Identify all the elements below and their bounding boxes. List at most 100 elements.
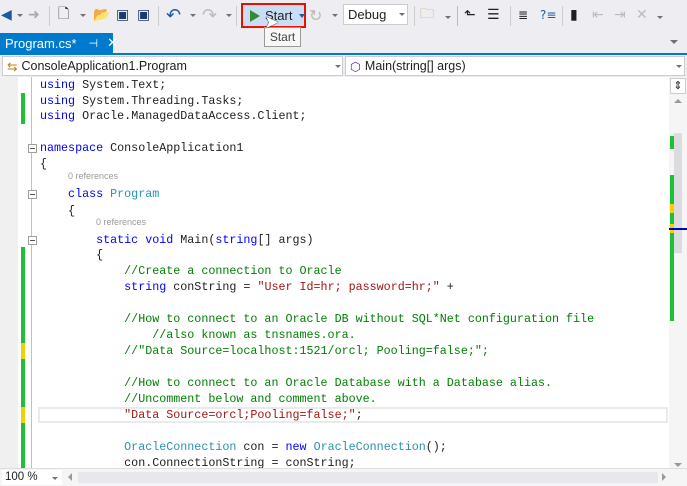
- saved-change-marker: [21, 455, 25, 468]
- saved-change-marker: [21, 375, 25, 391]
- code-line[interactable]: OracleConnection con = new OracleConnect…: [40, 439, 447, 455]
- code-token: ConsoleApplication1: [110, 141, 244, 155]
- code-token: string: [40, 280, 174, 294]
- code-line[interactable]: {: [40, 156, 47, 172]
- code-line[interactable]: "Data Source=orcl;Pooling=false;";: [40, 407, 362, 423]
- code-line[interactable]: //How to connect to an Oracle DB without…: [40, 311, 594, 327]
- indicator-margin: [0, 77, 18, 468]
- save-all-icon[interactable]: ▣: [137, 6, 150, 24]
- code-token: string: [215, 233, 258, 247]
- scroll-up-icon[interactable]: [674, 99, 682, 103]
- open-file-icon[interactable]: 📂: [93, 6, 110, 24]
- code-line[interactable]: using System.Text;: [40, 77, 166, 93]
- code-token: using: [40, 109, 83, 123]
- restart-icon[interactable]: ↻: [309, 6, 322, 25]
- document-tabs: Program.cs* ⊣ ✕: [0, 33, 687, 53]
- saved-change-marker: [21, 359, 25, 375]
- code-token: "User Id=hr; password=hr;": [257, 280, 440, 294]
- indent-icon[interactable]: ≣: [518, 6, 528, 24]
- new-dropdown-icon[interactable]: [80, 14, 86, 17]
- comment-icon[interactable]: ?≡: [540, 6, 556, 24]
- unsaved-marker: [670, 204, 674, 213]
- codelens-references[interactable]: 0 references: [96, 217, 146, 227]
- saved-change-marker: [21, 295, 25, 311]
- unsaved-change-marker: [21, 407, 25, 423]
- code-token: //How to connect to an Oracle Database w…: [40, 376, 552, 390]
- tab-underline: [0, 53, 687, 55]
- collapse-icon[interactable]: [28, 190, 37, 199]
- toolbar-overflow-icon[interactable]: [657, 16, 663, 19]
- back-icon[interactable]: ◀: [1, 6, 12, 24]
- prev-bookmark-icon[interactable]: ⇤: [592, 6, 604, 24]
- step-icon[interactable]: ⬑: [464, 6, 476, 24]
- code-line[interactable]: //Uncomment below and comment above.: [40, 391, 377, 407]
- redo-icon[interactable]: ↷: [202, 5, 217, 26]
- scroll-thumb[interactable]: [674, 133, 682, 253]
- configuration-dropdown[interactable]: Debug: [343, 4, 408, 25]
- separator: [510, 6, 511, 26]
- save-icon[interactable]: ▣: [116, 6, 129, 24]
- code-line[interactable]: //also known as tnsnames.ora.: [40, 327, 355, 343]
- undo-dropdown-icon[interactable]: [190, 14, 196, 17]
- tab-program-cs[interactable]: Program.cs* ⊣ ✕: [0, 33, 118, 53]
- collapse-icon[interactable]: [28, 144, 37, 153]
- horizontal-scrollbar[interactable]: [78, 472, 658, 483]
- start-icon: [250, 9, 260, 22]
- change-marker: [670, 136, 674, 149]
- saved-change-marker: [21, 423, 25, 439]
- code-line[interactable]: using System.Threading.Tasks;: [40, 93, 243, 109]
- find-in-files-icon[interactable]: 🗀: [420, 6, 434, 24]
- code-line[interactable]: con.ConnectionString = conString;: [40, 455, 355, 468]
- chevron-down-icon: [676, 65, 682, 68]
- code-line[interactable]: namespace ConsoleApplication1: [40, 140, 243, 156]
- scroll-left-icon[interactable]: [68, 473, 72, 481]
- code-line[interactable]: using Oracle.ManagedDataAccess.Client;: [40, 108, 307, 124]
- split-icon[interactable]: ⇕: [670, 78, 686, 94]
- unsaved-change-marker: [21, 343, 25, 359]
- find-dropdown-icon[interactable]: [445, 16, 451, 19]
- bookmark-icon[interactable]: ▮: [570, 6, 578, 24]
- separator: [236, 6, 237, 26]
- method-icon: ⬡: [350, 59, 361, 74]
- code-token: con =: [243, 440, 286, 454]
- undo-icon[interactable]: ↶: [166, 5, 181, 26]
- caret-position-marker: [669, 228, 687, 230]
- code-line[interactable]: {: [40, 203, 75, 219]
- scroll-down-icon[interactable]: [674, 463, 682, 467]
- vertical-scrollbar[interactable]: ⇕: [669, 77, 687, 468]
- new-project-icon[interactable]: 🗋: [58, 6, 69, 24]
- restart-dropdown-icon[interactable]: [332, 14, 338, 17]
- close-icon[interactable]: ✕: [107, 35, 118, 51]
- code-line[interactable]: //How to connect to an Oracle Database w…: [40, 375, 552, 391]
- code-line[interactable]: //"Data Source=localhost:1521/orcl; Pool…: [40, 343, 489, 359]
- code-line[interactable]: //Create a connection to Oracle: [40, 263, 341, 279]
- change-marker: [670, 175, 674, 321]
- code-token: static void: [40, 233, 181, 247]
- clear-bookmarks-icon[interactable]: ✕: [636, 6, 648, 24]
- forward-icon[interactable]: ➜: [28, 6, 40, 24]
- chevron-down-icon: [335, 65, 341, 68]
- collapse-icon[interactable]: [28, 236, 37, 245]
- next-bookmark-icon[interactable]: ⇥: [614, 6, 626, 24]
- redo-dropdown-icon[interactable]: [226, 14, 232, 17]
- member-dropdown[interactable]: ⬡ Main(string[] args): [345, 56, 685, 76]
- code-editor[interactable]: 0 references 0 references using System.Tex…: [0, 77, 669, 468]
- back-dropdown-icon[interactable]: [17, 14, 23, 17]
- pin-icon[interactable]: ⊣: [89, 37, 99, 50]
- start-dropdown-icon[interactable]: [299, 13, 306, 18]
- code-token: //"Data Source=localhost:1521/orcl; Pool…: [40, 344, 489, 358]
- class-dropdown[interactable]: ⇆ ConsoleApplication1.Program: [2, 56, 343, 76]
- code-line[interactable]: class Program: [40, 186, 159, 202]
- scroll-right-icon[interactable]: [662, 473, 666, 481]
- zoom-value: 100 %: [5, 471, 38, 483]
- code-token: class: [40, 187, 111, 201]
- code-line[interactable]: static void Main(string[] args): [40, 232, 313, 248]
- codelens-references[interactable]: 0 references: [68, 171, 118, 181]
- separator: [414, 6, 415, 26]
- outline-icon[interactable]: ☰: [487, 6, 500, 24]
- tab-overflow-icon[interactable]: [670, 40, 678, 44]
- zoom-dropdown[interactable]: 100 %: [2, 470, 62, 485]
- code-line[interactable]: string conString = "User Id=hr; password…: [40, 279, 454, 295]
- class-icon: ⇆: [7, 59, 18, 74]
- code-line[interactable]: {: [40, 247, 103, 263]
